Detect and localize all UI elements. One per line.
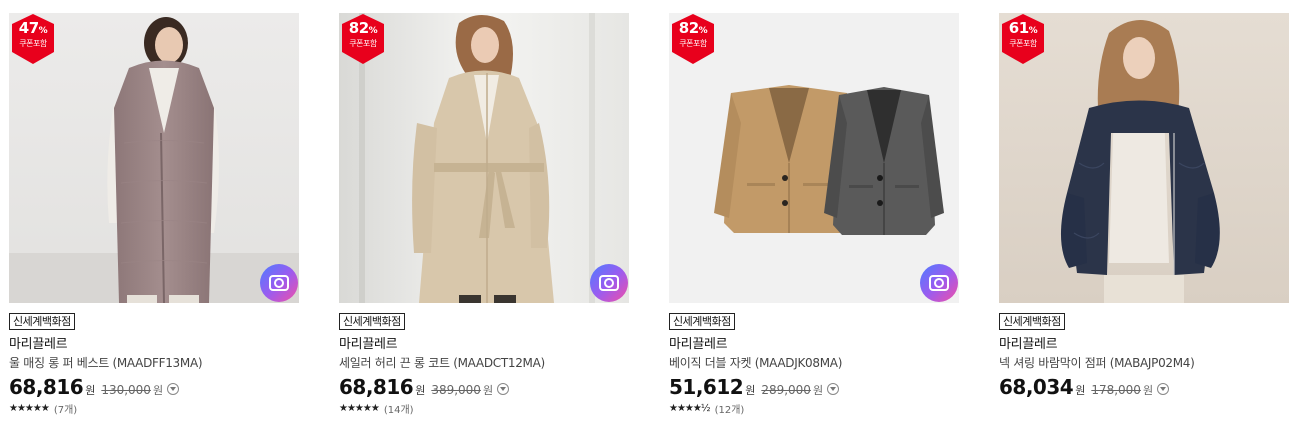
price-info-icon[interactable] [827,383,840,395]
price-unit: 원 [85,384,96,397]
coupon-label: 쿠폰포함 [679,39,707,48]
product-name[interactable]: 울 매징 롱 퍼 베스트 (MAADFF13MA) [9,355,299,371]
product-name[interactable]: 넥 셔링 바람막이 점퍼 (MABAJP02M4) [999,355,1289,371]
star-rating-icon: ★★★★★ [339,403,380,414]
brand-name: 마리끌레르 [339,337,398,352]
sale-price: 68,816 [9,375,84,399]
discount-percent: 47 [18,19,39,37]
discount-percent: 61 [1008,19,1029,37]
discount-unit: % [1028,26,1038,36]
rating-row: ★★★★★ (14개) [339,401,629,416]
coupon-label: 쿠폰포함 [1009,39,1037,48]
discount-percent: 82 [678,19,699,37]
camera-review-icon[interactable] [259,263,299,303]
sale-price: 68,816 [339,375,414,399]
discount-badge: 47% 쿠폰포함 [10,14,56,64]
star-rating-icon: ★★★★½ [669,403,711,414]
store-tag: 신세계백화점 [669,313,735,330]
brand-name: 마리끌레르 [999,337,1058,352]
discount-badge: 61% 쿠폰포함 [1000,14,1046,64]
sale-price: 51,612 [669,375,744,399]
discount-unit: % [698,26,708,36]
product-name[interactable]: 베이직 더블 자켓 (MAADJK08MA) [669,355,959,371]
discount-badge: 82% 쿠폰포함 [340,14,386,64]
store-tag: 신세계백화점 [9,313,75,330]
price-row: 68,816 원 389,000 원 [339,375,629,399]
product-grid: 47% 쿠폰포함 신세계백화점 마리끌레르 울 매징 롱 퍼 베스트 (MAAD… [0,0,1300,446]
original-price: 130,000 [101,383,151,397]
price-unit: 원 [1075,384,1086,397]
brand-name: 마리끌레르 [669,337,728,352]
price-row: 68,816 원 130,000 원 [9,375,299,399]
review-count[interactable]: (12개) [715,401,745,416]
discount-percent: 82 [348,19,369,37]
coupon-label: 쿠폰포함 [19,39,47,48]
original-price-unit: 원 [152,384,164,397]
product-card[interactable]: 61% 쿠폰포함 신세계백화점 마리끌레르 넥 셔링 바람막이 점퍼 (MABA… [999,13,1289,399]
price-row: 68,034 원 178,000 원 [999,375,1289,399]
product-card[interactable]: 82% 쿠폰포함 신세계백화점 마리끌레르 세일러 허리 끈 롱 코트 (MAA… [339,13,629,416]
price-info-icon[interactable] [497,383,510,395]
rating-row: ★★★★★ (7개) [9,401,299,416]
camera-review-icon[interactable] [589,263,629,303]
price-info-icon[interactable] [167,383,180,395]
price-row: 51,612 원 289,000 원 [669,375,959,399]
coupon-label: 쿠폰포함 [349,39,377,48]
discount-unit: % [38,26,48,36]
discount-unit: % [368,26,378,36]
original-price-unit: 원 [1142,384,1154,397]
original-price-unit: 원 [812,384,824,397]
camera-review-icon[interactable] [919,263,959,303]
original-price: 389,000 [431,383,481,397]
original-price: 289,000 [761,383,811,397]
product-card[interactable]: 82% 쿠폰포함 신세계백화점 마리끌레르 베이직 더블 자켓 (MAADJK0… [669,13,959,416]
product-image[interactable]: 61% 쿠폰포함 [999,13,1289,303]
product-image[interactable]: 82% 쿠폰포함 [669,13,959,303]
store-tag: 신세계백화점 [999,313,1065,330]
brand-name: 마리끌레르 [9,337,68,352]
product-image[interactable]: 47% 쿠폰포함 [9,13,299,303]
sale-price: 68,034 [999,375,1074,399]
star-rating-icon: ★★★★★ [9,403,50,414]
price-info-icon[interactable] [1157,383,1170,395]
product-name[interactable]: 세일러 허리 끈 롱 코트 (MAADCT12MA) [339,355,629,371]
original-price-unit: 원 [482,384,494,397]
review-count[interactable]: (14개) [384,401,414,416]
price-unit: 원 [415,384,426,397]
review-count[interactable]: (7개) [54,401,77,416]
discount-badge: 82% 쿠폰포함 [670,14,716,64]
product-image[interactable]: 82% 쿠폰포함 [339,13,629,303]
original-price: 178,000 [1091,383,1141,397]
product-card[interactable]: 47% 쿠폰포함 신세계백화점 마리끌레르 울 매징 롱 퍼 베스트 (MAAD… [9,13,299,416]
rating-row: ★★★★½ (12개) [669,401,959,416]
price-unit: 원 [745,384,756,397]
store-tag: 신세계백화점 [339,313,405,330]
